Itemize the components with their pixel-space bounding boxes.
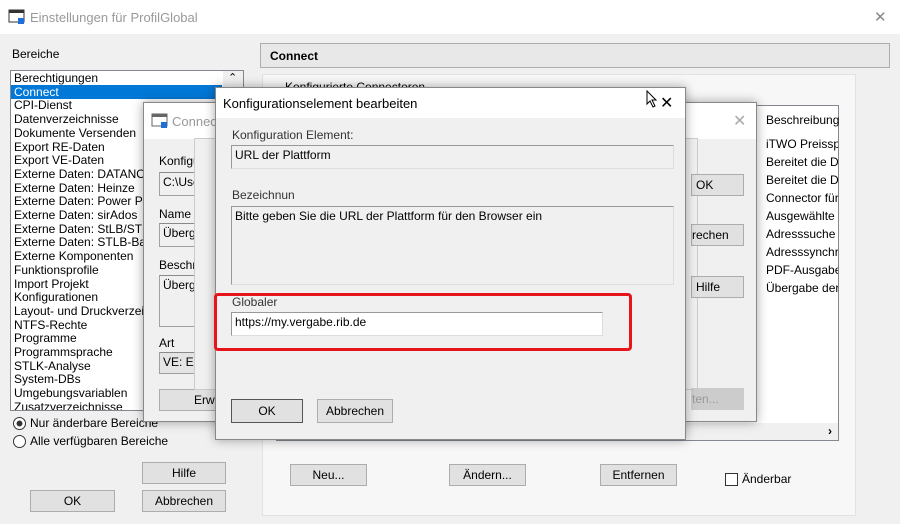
list-item[interactable]: Export VE-Daten xyxy=(14,153,104,167)
list-item[interactable]: Externe Daten: DATANORM xyxy=(14,167,164,181)
radio-all-available[interactable]: Alle verfügbaren Bereiche xyxy=(13,434,168,448)
cancel-button[interactable]: Abbrechen xyxy=(317,399,393,423)
list-item[interactable]: System-DBs xyxy=(14,372,81,386)
main-title-bar: Einstellungen für ProfilGlobal ✕ xyxy=(0,0,900,34)
radio-checked-icon xyxy=(13,416,26,430)
art-label: Art xyxy=(159,336,175,350)
list-item[interactable]: Dokumente Versenden xyxy=(14,126,136,140)
dialog-title: Konfigurationselement bearbeiten xyxy=(223,96,418,111)
scroll-up-icon[interactable]: ⌃ xyxy=(228,71,237,84)
edit-button[interactable]: Ändern... xyxy=(449,464,526,486)
ok-button[interactable]: OK xyxy=(231,399,303,423)
cancel-button[interactable]: Abbrechen xyxy=(142,490,226,512)
edit-config-dialog: Konfigurationselement bearbeiten ✕ Konfi… xyxy=(214,87,686,440)
description-field: Bitte geben Sie die URL der Plattform fü… xyxy=(231,206,674,285)
element-field: URL der Plattform xyxy=(231,145,674,169)
table-row[interactable]: Adresssuche in xyxy=(766,227,838,241)
table-row[interactable]: Übergabe der xyxy=(766,281,838,295)
list-item[interactable]: Externe Daten: StLB/STLK xyxy=(14,222,157,236)
global-value-input[interactable]: https://my.vergabe.rib.de xyxy=(231,312,603,336)
checkbox-label: Änderbar xyxy=(742,472,792,486)
list-item[interactable]: Berechtigungen xyxy=(14,71,98,85)
window-icon xyxy=(151,113,168,128)
name-label: Name xyxy=(159,207,192,221)
table-row[interactable]: Ausgewählte B xyxy=(766,209,838,223)
remove-button[interactable]: Entfernen xyxy=(600,464,677,486)
ok-button[interactable]: OK xyxy=(30,490,115,512)
mouse-cursor-icon xyxy=(646,90,658,108)
table-row[interactable]: Adresssynchro xyxy=(766,245,838,259)
list-item[interactable]: Konfigurationen xyxy=(14,290,98,304)
radio-unchecked-icon xyxy=(13,434,26,448)
edit-title-bar: Konfigurationselement bearbeiten ✕ xyxy=(216,88,685,118)
list-item[interactable]: Datenverzeichnisse xyxy=(14,112,119,126)
changeable-checkbox[interactable]: Änderbar xyxy=(725,472,791,486)
help-button[interactable]: Hilfe xyxy=(691,276,744,298)
list-item[interactable]: Zusatzverzeichnisse xyxy=(14,400,123,410)
ok-button[interactable]: OK xyxy=(691,174,744,196)
list-item[interactable]: Connect xyxy=(11,84,222,99)
list-item[interactable]: Externe Daten: sirAdos xyxy=(14,208,137,222)
radio-only-changeable[interactable]: Nur änderbare Bereiche xyxy=(13,416,158,430)
description-label: Bezeichnun xyxy=(232,188,295,202)
scroll-right-icon[interactable]: › xyxy=(828,424,832,438)
list-item[interactable]: NTFS-Rechte xyxy=(14,318,87,332)
section-header: Connect xyxy=(260,43,890,68)
list-item[interactable]: Externe Daten: STLB-Bau xyxy=(14,235,153,249)
table-row[interactable]: Connector für xyxy=(766,191,838,205)
new-button[interactable]: Neu... xyxy=(290,464,367,486)
list-item[interactable]: Funktionsprofile xyxy=(14,263,99,277)
list-item[interactable]: CPI-Dienst xyxy=(14,98,72,112)
radio-label: Nur änderbare Bereiche xyxy=(30,416,159,430)
table-row[interactable]: iTWO Preisspiegel xyxy=(766,137,838,151)
column-header-description[interactable]: Beschreibung xyxy=(766,113,839,127)
table-row[interactable]: PDF-Ausgabe xyxy=(766,263,838,277)
close-icon[interactable]: ✕ xyxy=(660,93,673,113)
checkbox-icon xyxy=(725,472,738,486)
table-row[interactable]: Bereitet die Daten xyxy=(766,155,838,169)
radio-label: Alle verfügbaren Bereiche xyxy=(30,434,169,448)
element-label: Konfiguration Element: xyxy=(232,128,354,142)
bereiche-label: Bereiche xyxy=(12,47,60,61)
list-item[interactable]: Import Projekt xyxy=(14,277,89,291)
list-item[interactable]: Export RE-Daten xyxy=(14,140,105,154)
window-title: Einstellungen für ProfilGlobal xyxy=(30,10,198,25)
close-icon[interactable]: ✕ xyxy=(874,8,887,26)
global-label: Globaler xyxy=(232,295,278,309)
list-item[interactable]: Externe Komponenten xyxy=(14,249,133,263)
cancel-button[interactable]: rechen xyxy=(691,224,744,246)
table-row[interactable]: Bereitet die Daten xyxy=(766,173,838,187)
list-item[interactable]: STLK-Analyse xyxy=(14,359,91,373)
list-item[interactable]: Programme xyxy=(14,331,77,345)
list-item[interactable]: Externe Daten: Heinze xyxy=(14,181,135,195)
window-icon xyxy=(8,9,25,24)
disabled-button: ten... xyxy=(691,388,744,410)
dialog-title: Connect xyxy=(172,114,221,129)
close-icon[interactable]: ✕ xyxy=(733,111,746,131)
list-item[interactable]: Programmsprache xyxy=(14,345,113,359)
help-button[interactable]: Hilfe xyxy=(142,462,226,484)
list-item[interactable]: Umgebungsvariablen xyxy=(14,386,127,400)
